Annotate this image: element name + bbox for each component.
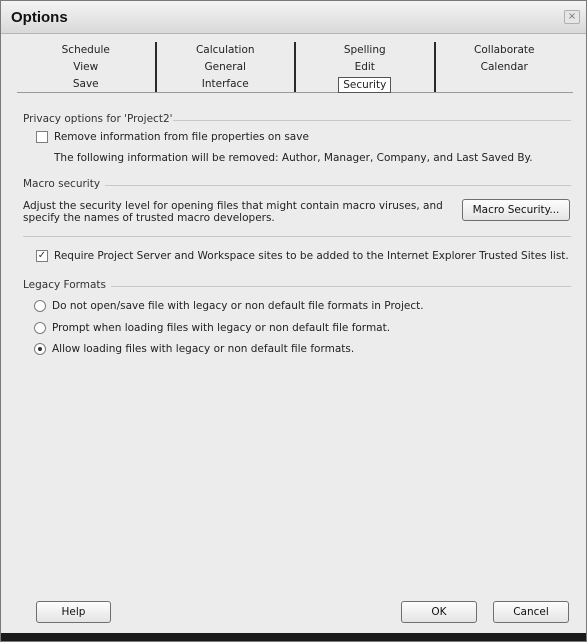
legacy-option-2-radio[interactable] bbox=[34, 322, 46, 334]
cancel-button[interactable]: Cancel bbox=[493, 601, 569, 623]
bottom-edge bbox=[1, 633, 586, 641]
radio-selected-dot bbox=[38, 347, 42, 351]
tab-view[interactable]: View bbox=[17, 59, 157, 76]
tab-spelling[interactable]: Spelling bbox=[296, 42, 436, 59]
macro-desc-line1: Adjust the security level for opening fi… bbox=[23, 200, 443, 212]
tab-calendar[interactable]: Calendar bbox=[436, 59, 574, 76]
remove-info-label[interactable]: Remove information from file properties … bbox=[54, 131, 309, 143]
legacy-option-3-radio[interactable] bbox=[34, 343, 46, 355]
privacy-heading: Privacy options for 'Project2' bbox=[23, 113, 173, 125]
removed-info-note: The following information will be remove… bbox=[54, 152, 533, 164]
macro-separator bbox=[105, 185, 571, 186]
trusted-sites-checkbox[interactable]: ✓ bbox=[36, 250, 48, 262]
tab-general[interactable]: General bbox=[157, 59, 296, 76]
tab-strip: Schedule Calculation Spelling Collaborat… bbox=[17, 42, 573, 93]
remove-info-checkbox[interactable] bbox=[36, 131, 48, 143]
tab-interface[interactable]: Interface bbox=[157, 76, 296, 92]
legacy-heading: Legacy Formats bbox=[23, 279, 107, 291]
security-panel: Privacy options for 'Project2' Remove in… bbox=[1, 97, 586, 601]
tab-edit[interactable]: Edit bbox=[296, 59, 436, 76]
ok-button[interactable]: OK bbox=[401, 601, 477, 623]
tab-calculation[interactable]: Calculation bbox=[157, 42, 296, 59]
trusted-sites-label[interactable]: Require Project Server and Workspace sit… bbox=[54, 250, 569, 262]
macro-security-button[interactable]: Macro Security... bbox=[462, 199, 570, 221]
privacy-separator bbox=[173, 120, 571, 121]
tab-security-label: Security bbox=[338, 77, 392, 93]
legacy-option-3-label[interactable]: Allow loading files with legacy or non d… bbox=[52, 343, 354, 355]
legacy-separator bbox=[111, 286, 571, 287]
close-icon[interactable]: × bbox=[564, 10, 580, 24]
options-dialog: Options × Schedule Calculation Spelling … bbox=[0, 0, 587, 642]
tab-collaborate[interactable]: Collaborate bbox=[436, 42, 574, 59]
tab-row-1: Schedule Calculation Spelling Collaborat… bbox=[17, 42, 573, 59]
legacy-option-1-label[interactable]: Do not open/save file with legacy or non… bbox=[52, 300, 424, 312]
tab-security[interactable]: Security bbox=[296, 76, 436, 93]
legacy-option-2-label[interactable]: Prompt when loading files with legacy or… bbox=[52, 322, 390, 334]
title-bar[interactable]: Options × bbox=[1, 1, 586, 34]
tab-schedule[interactable]: Schedule bbox=[17, 42, 157, 59]
dialog-title: Options bbox=[11, 9, 68, 26]
tab-row-2: View General Edit Calendar bbox=[17, 59, 573, 76]
macro-heading: Macro security bbox=[23, 178, 101, 190]
legacy-option-1-radio[interactable] bbox=[34, 300, 46, 312]
tab-row-3: Save Interface Security bbox=[17, 76, 573, 93]
macro-desc-line2: specify the names of trusted macro devel… bbox=[23, 212, 275, 224]
tab-save[interactable]: Save bbox=[17, 76, 157, 92]
tab-empty bbox=[436, 76, 574, 92]
macro-bottom-separator bbox=[23, 236, 571, 237]
help-button[interactable]: Help bbox=[36, 601, 111, 623]
